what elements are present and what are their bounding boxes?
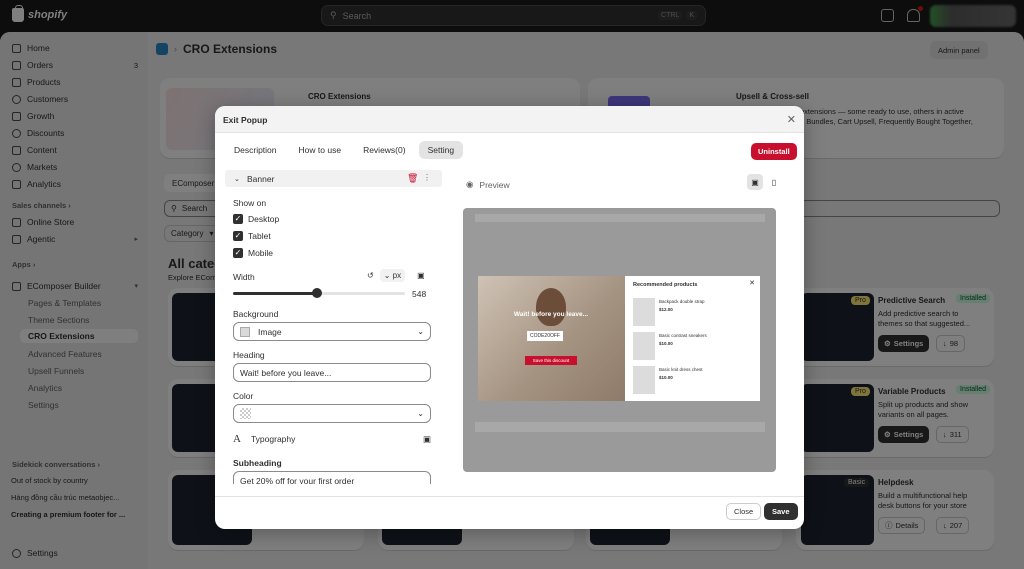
transparent-swatch-icon xyxy=(240,408,251,419)
model-photo xyxy=(536,288,566,326)
show-on-settings-block: ⌄ Banner 🗑 ⋮ Show on ✓ Desktop ✓ Tablet … xyxy=(222,164,449,264)
select-value: Image xyxy=(258,326,282,337)
heading-input[interactable]: Wait! before you leave... xyxy=(233,363,431,382)
device-icon[interactable]: ▣ xyxy=(417,271,425,280)
tab-reviews[interactable]: Reviews(0) xyxy=(354,141,415,159)
close-button[interactable]: Close xyxy=(726,503,762,520)
save-discount-button: Save this discount xyxy=(525,356,577,365)
chevron-down-icon: ⌄ xyxy=(417,327,424,336)
popup-close-icon: ✕ xyxy=(749,280,755,287)
checkbox-checked-icon[interactable]: ✓ xyxy=(233,248,243,258)
background-label: Background xyxy=(233,309,279,319)
slider-fill xyxy=(233,292,318,295)
checkbox-checked-icon[interactable]: ✓ xyxy=(233,231,243,241)
popup-headline: Wait! before you leave... xyxy=(513,311,589,318)
drag-handle-icon[interactable]: ⋮ xyxy=(423,173,431,182)
color-select[interactable]: ⌄ xyxy=(233,404,431,423)
heading-label: Heading xyxy=(233,350,265,360)
product-thumb xyxy=(633,366,655,394)
mobile-icon[interactable]: ▯ xyxy=(766,174,782,190)
tab-setting[interactable]: Setting xyxy=(418,141,464,159)
preview-footer-bar xyxy=(475,422,765,432)
eye-icon: ◉ xyxy=(466,179,474,189)
product-price: $10.00 xyxy=(659,341,673,346)
unit-label: px xyxy=(392,271,402,280)
device-icon: ▣ xyxy=(422,433,431,444)
product-name: Backpack double strap xyxy=(659,299,705,304)
modal-title: Exit Popup xyxy=(223,115,268,125)
product-thumb xyxy=(633,298,655,326)
chevron-down-icon: ⌄ xyxy=(417,409,424,418)
width-unit-controls: ↺ ⌄ px ▣ xyxy=(367,269,425,282)
product-price: $12.00 xyxy=(659,307,673,312)
modal-footer xyxy=(215,496,804,529)
product-name: Basic knit dress chest xyxy=(659,367,703,372)
device-option-mobile[interactable]: ✓ Mobile xyxy=(233,248,273,258)
tab-description[interactable]: Description xyxy=(225,141,286,159)
image-icon xyxy=(240,326,250,337)
preview-header: ◉ Preview xyxy=(466,179,510,190)
slider-handle[interactable] xyxy=(312,288,323,298)
product-name: Basic contrast sneakers xyxy=(659,333,707,338)
desktop-icon[interactable]: ▣ xyxy=(747,174,763,190)
preview-device-toggle: ▣ ▯ xyxy=(747,174,782,190)
product-thumb xyxy=(633,332,655,360)
show-on-label: Show on xyxy=(233,198,267,208)
background-select[interactable]: Image ⌄ xyxy=(233,322,431,341)
preview-nav-bar xyxy=(475,214,765,222)
checkbox-checked-icon[interactable]: ✓ xyxy=(233,214,243,224)
chevron-down-icon: ⌄ xyxy=(234,176,240,183)
uninstall-button[interactable]: Uninstall xyxy=(751,143,797,160)
color-label: Color xyxy=(233,391,254,401)
width-value: 548 xyxy=(412,289,427,299)
banner-row[interactable]: ⌄ Banner 🗑 ⋮ xyxy=(225,170,442,187)
device-option-tablet[interactable]: ✓ Tablet xyxy=(233,231,271,241)
subheading-label: Subheading xyxy=(233,458,282,468)
exit-popup-preview: Wait! before you leave... CODE20OFF Save… xyxy=(478,276,760,401)
trash-icon[interactable]: 🗑 xyxy=(407,173,418,184)
modal-tabs: Description How to use Reviews(0) Settin… xyxy=(225,141,464,159)
option-label: Tablet xyxy=(248,231,271,241)
preview-label: Preview xyxy=(479,179,510,190)
product-price: $10.00 xyxy=(659,375,673,380)
typography-icon: A xyxy=(233,433,241,445)
subheading-input[interactable]: Get 20% off for your first order xyxy=(233,471,431,484)
device-option-desktop[interactable]: ✓ Desktop xyxy=(233,214,279,224)
discount-code: CODE20OFF xyxy=(527,331,563,341)
unit-select[interactable]: ⌄ px xyxy=(379,269,406,282)
width-label: Width xyxy=(233,272,255,282)
preview-canvas: Wait! before you leave... CODE20OFF Save… xyxy=(463,208,776,472)
reset-icon[interactable]: ↺ xyxy=(367,271,374,280)
save-button[interactable]: Save xyxy=(764,503,798,520)
width-slider[interactable] xyxy=(233,288,405,298)
recommended-title: Recommended products xyxy=(633,282,698,288)
tab-how-to-use[interactable]: How to use xyxy=(290,141,351,159)
typography-row[interactable]: A Typography ▣ xyxy=(233,433,431,445)
typography-label: Typography xyxy=(250,434,296,444)
option-label: Mobile xyxy=(248,248,274,258)
option-label: Desktop xyxy=(248,214,280,224)
modal-header: Exit Popup ✕ xyxy=(215,106,804,133)
close-icon[interactable]: ✕ xyxy=(787,113,796,126)
banner-label: Banner xyxy=(247,174,275,184)
